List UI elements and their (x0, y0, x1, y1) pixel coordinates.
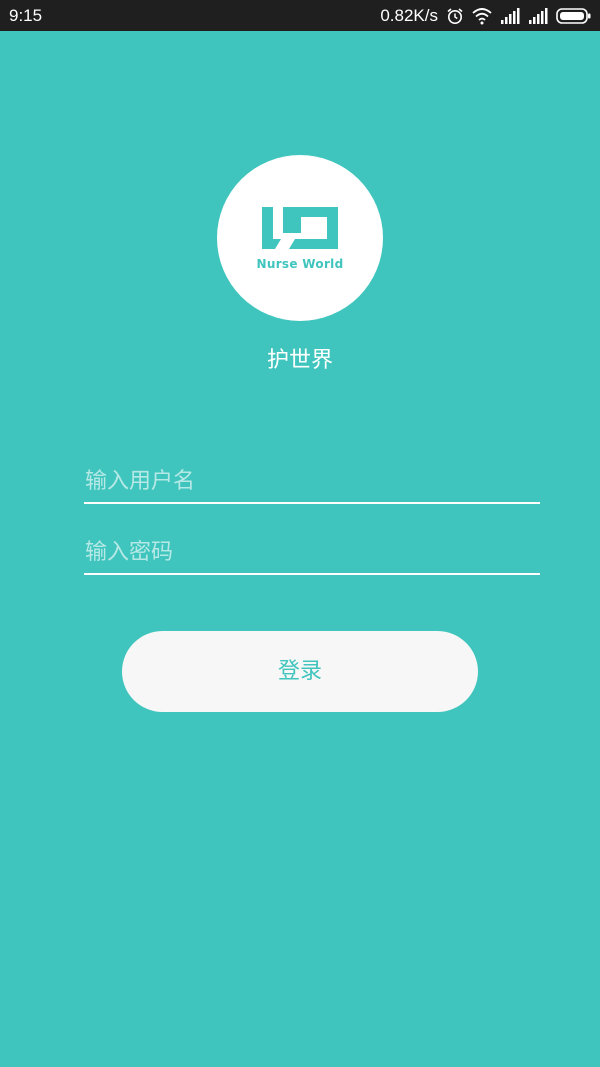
status-time: 9:15 (9, 6, 43, 25)
battery-icon (556, 7, 592, 25)
signal-icon (528, 7, 548, 25)
username-input[interactable] (84, 460, 541, 502)
app-name: 护世界 (266, 348, 333, 373)
nurse-world-logo-icon (262, 207, 338, 249)
signal-icon (500, 7, 520, 25)
network-speed: 0.82K/s (380, 6, 438, 25)
logo-text: Nurse World (256, 257, 344, 271)
alarm-icon (446, 7, 464, 25)
login-button[interactable]: 登录 (122, 631, 478, 712)
app-logo: Nurse World (217, 155, 383, 321)
wifi-icon (472, 7, 492, 25)
password-input[interactable] (84, 531, 541, 573)
password-field[interactable] (84, 531, 541, 575)
status-bar: 9:15 0.82K/s (0, 0, 600, 31)
username-field[interactable] (84, 460, 541, 504)
status-icons: 0.82K/s (380, 5, 592, 26)
